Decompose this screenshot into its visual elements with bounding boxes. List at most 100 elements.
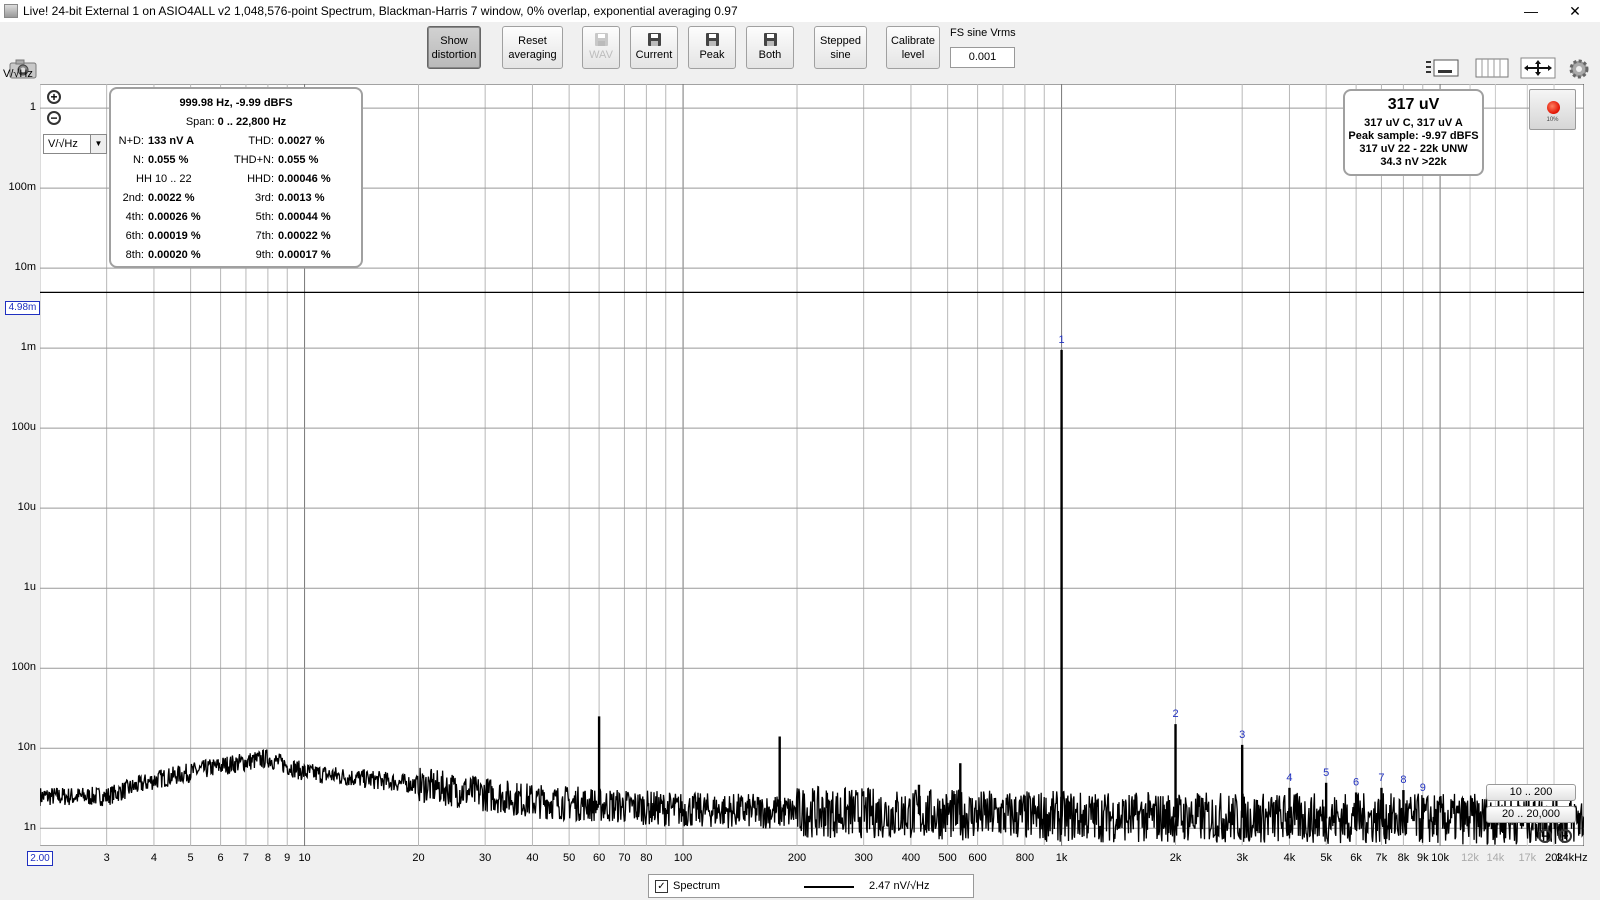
distortion-label: 5th: (255, 211, 274, 223)
x-tick-label: 7k (1375, 852, 1388, 864)
legend-line (804, 886, 854, 888)
distortion-value: 0.00026 % (148, 211, 201, 223)
y-tick-label: 100u (11, 421, 36, 434)
x-tick-label: 8k (1397, 852, 1410, 864)
x-start-field[interactable]: 2.00 (27, 851, 53, 866)
x-tick-label: 24kHz (1556, 852, 1588, 864)
distortion-label: HHD: (247, 173, 274, 185)
level-line4: 34.3 nV >22k (1380, 156, 1447, 168)
x-tick-label: 9 (284, 852, 291, 864)
minimize-button[interactable]: — (1508, 0, 1554, 22)
x-tick-label: 4k (1283, 852, 1296, 864)
wav-button[interactable]: WAV (582, 26, 620, 69)
x-tick-label: 6 (217, 852, 224, 864)
y-tick-label: 1u (23, 581, 36, 594)
record-icon (1547, 101, 1560, 114)
stepped-sine-button[interactable]: Stepped sine (814, 26, 867, 69)
x-tick-label: 4 (150, 852, 157, 864)
distortion-value: 0.00022 % (278, 230, 331, 242)
legend-series-name: Spectrum (673, 880, 721, 892)
x-tick-label: 100 (673, 852, 693, 864)
x-tick-label: 9k (1416, 852, 1429, 864)
level-line1: 317 uV C, 317 uV A (1364, 117, 1463, 129)
harmonic-label: 9 (1420, 782, 1426, 794)
x-tick-label: 500 (938, 852, 957, 864)
fs-sine-label: FS sine Vrms (950, 27, 1016, 39)
x-tick-label: 1k (1055, 852, 1068, 864)
harmonic-label: 7 (1378, 772, 1384, 784)
zoom-out-icon[interactable]: − (1538, 829, 1552, 843)
distortion-value: 0.055 % (148, 154, 189, 166)
level-line2: Peak sample: -9.97 dBFS (1348, 130, 1479, 142)
harmonic-label: 8 (1400, 774, 1406, 786)
distortion-label: HH 10 .. 22 (136, 173, 192, 185)
app-icon (4, 4, 18, 18)
reset-averaging-button[interactable]: Reset averaging (502, 26, 563, 69)
zoom-in-icon[interactable]: + (1558, 829, 1572, 843)
x-tick-label: 12k (1461, 852, 1479, 864)
x-tick-label: 200 (787, 852, 807, 864)
save-both-button[interactable]: Both (746, 26, 794, 69)
record-button[interactable]: 10% (1529, 89, 1576, 130)
save-icon (647, 33, 661, 46)
x-tick-label: 30 (479, 852, 492, 864)
level-marker-label[interactable]: 4.98m (5, 301, 40, 315)
close-button[interactable]: ✕ (1552, 0, 1598, 22)
save-current-button[interactable]: Current (630, 26, 678, 69)
x-tick-label: 70 (618, 852, 631, 864)
zoom-in-icon[interactable]: + (47, 90, 61, 104)
unit-select[interactable]: V/√Hz ▼ (43, 134, 107, 154)
distortion-label: THD: (248, 135, 274, 147)
layout-narrow-icon[interactable] (1424, 57, 1460, 79)
distortion-label: 7th: (255, 230, 274, 242)
distortion-label: 6th: (125, 230, 144, 242)
x-tick-label: 7 (242, 852, 249, 864)
legend-value: 2.47 nV/√Hz (869, 880, 930, 892)
expand-arrows-icon[interactable] (1520, 57, 1556, 79)
x-tick-label: 5 (187, 852, 194, 864)
distortion-label: 3rd: (255, 192, 274, 204)
x-tick-label: 5k (1320, 852, 1332, 864)
distortion-label: N+D: (118, 135, 144, 147)
distortion-label: 9th: (255, 249, 274, 261)
distortion-label: THD+N: (233, 154, 274, 166)
x-tick-label: 600 (968, 852, 987, 864)
save-peak-button[interactable]: Peak (688, 26, 736, 69)
harmonic-label: 2 (1172, 708, 1178, 720)
record-percent: 10% (1546, 117, 1559, 123)
distortion-label: 4th: (125, 211, 144, 223)
distortion-value: 0.00020 % (148, 249, 201, 261)
chevron-down-icon[interactable]: ▼ (90, 135, 106, 153)
x-tick-label: 800 (1015, 852, 1035, 864)
range-button-20-20000[interactable]: 20 .. 20,000 (1486, 806, 1576, 823)
range-button-10-200[interactable]: 10 .. 200 (1486, 784, 1576, 801)
distortion-value: 0.00046 % (278, 173, 331, 185)
calibrate-level-button[interactable]: Calibrate level (886, 26, 940, 69)
window-title: Live! 24-bit External 1 on ASIO4ALL v2 1… (23, 4, 738, 18)
x-tick-label: 40 (526, 852, 539, 864)
x-tick-label: 300 (854, 852, 873, 864)
fs-sine-input[interactable]: 0.001 (950, 47, 1015, 68)
x-tick-label: 14k (1486, 852, 1505, 864)
harmonic-label: 5 (1323, 767, 1329, 779)
y-tick-label: 100n (11, 661, 36, 674)
layout-columns-icon[interactable] (1474, 57, 1510, 79)
distortion-label: 2nd: (122, 192, 144, 204)
save-icon (705, 33, 719, 46)
zoom-out-icon[interactable]: − (47, 111, 61, 125)
gear-icon[interactable] (1567, 57, 1591, 79)
y-tick-label: 1 (29, 101, 36, 114)
show-distortion-button[interactable]: Show distortion (427, 26, 481, 69)
x-tick-label: 20 (412, 852, 425, 864)
x-tick-label: 50 (563, 852, 576, 864)
spectrum-checkbox[interactable]: ✓ (655, 880, 668, 893)
x-tick-label: 3 (103, 852, 110, 864)
x-tick-label: 400 (901, 852, 921, 864)
harmonic-label: 4 (1286, 772, 1292, 784)
x-tick-label: 6k (1350, 852, 1362, 864)
x-tick-label: 10 (298, 852, 311, 864)
x-tick-label: 3k (1236, 852, 1248, 864)
distortion-value: 133 nV A (148, 135, 195, 147)
x-tick-label: 2k (1169, 852, 1182, 864)
distortion-value: 0.00019 % (148, 230, 201, 242)
